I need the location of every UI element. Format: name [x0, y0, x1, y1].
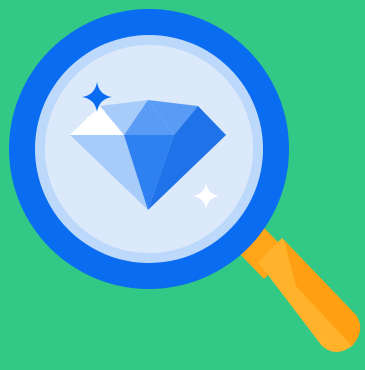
- magnifying-glass-diamond-illustration: [0, 0, 365, 370]
